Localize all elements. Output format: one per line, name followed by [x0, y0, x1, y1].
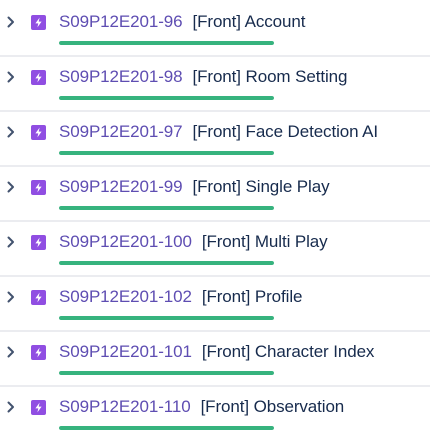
- epic-lightning-icon: [31, 345, 46, 360]
- epic-list: S09P12E201-96 [Front] Account S09P12E201-…: [0, 0, 430, 432]
- epic-lightning-icon: [31, 15, 46, 30]
- epic-progress-bar: [59, 261, 274, 265]
- issue-summary: [Front] Account: [192, 12, 306, 31]
- epic-progress-fill: [59, 371, 274, 375]
- epic-progress-fill: [59, 151, 274, 155]
- epic-title[interactable]: S09P12E201-97 [Front] Face Detection AI: [59, 122, 378, 142]
- issue-summary: [Front] Room Setting: [192, 67, 348, 86]
- epic-lightning-icon: [31, 125, 46, 140]
- epic-lightning-icon: [31, 290, 46, 305]
- epic-row[interactable]: S09P12E201-110 [Front] Observation: [0, 389, 430, 432]
- epic-title[interactable]: S09P12E201-102 [Front] Profile: [59, 287, 302, 307]
- epic-title[interactable]: S09P12E201-110 [Front] Observation: [59, 397, 344, 417]
- epic-lightning-icon: [31, 70, 46, 85]
- epic-progress-fill: [59, 41, 274, 45]
- epic-progress-fill: [59, 96, 274, 100]
- epic-row[interactable]: S09P12E201-100 [Front] Multi Play: [0, 224, 430, 277]
- chevron-right-icon[interactable]: [5, 179, 17, 195]
- issue-summary: [Front] Single Play: [192, 177, 330, 196]
- epic-lightning-icon: [31, 180, 46, 195]
- epic-progress-fill: [59, 316, 274, 320]
- epic-title[interactable]: S09P12E201-100 [Front] Multi Play: [59, 232, 328, 252]
- epic-row[interactable]: S09P12E201-101 [Front] Character Index: [0, 334, 430, 387]
- epic-lightning-icon: [31, 400, 46, 415]
- epic-progress-fill: [59, 206, 274, 210]
- epic-progress-bar: [59, 316, 274, 320]
- issue-key[interactable]: S09P12E201-100: [59, 232, 192, 251]
- epic-row[interactable]: S09P12E201-99 [Front] Single Play: [0, 169, 430, 222]
- issue-summary: [Front] Character Index: [201, 342, 375, 361]
- issue-key[interactable]: S09P12E201-110: [59, 397, 191, 416]
- chevron-right-icon[interactable]: [5, 69, 17, 85]
- epic-row[interactable]: S09P12E201-98 [Front] Room Setting: [0, 59, 430, 112]
- epic-title[interactable]: S09P12E201-101 [Front] Character Index: [59, 342, 374, 362]
- epic-title[interactable]: S09P12E201-98 [Front] Room Setting: [59, 67, 347, 87]
- epic-title[interactable]: S09P12E201-96 [Front] Account: [59, 12, 305, 32]
- chevron-right-icon[interactable]: [5, 399, 17, 415]
- issue-key[interactable]: S09P12E201-96: [59, 12, 183, 31]
- chevron-right-icon[interactable]: [5, 289, 17, 305]
- epic-row[interactable]: S09P12E201-96 [Front] Account: [0, 4, 430, 57]
- epic-title[interactable]: S09P12E201-99 [Front] Single Play: [59, 177, 330, 197]
- chevron-right-icon[interactable]: [5, 234, 17, 250]
- epic-progress-bar: [59, 206, 274, 210]
- issue-summary: [Front] Multi Play: [201, 232, 328, 251]
- issue-summary: [Front] Profile: [201, 287, 303, 306]
- epic-progress-bar: [59, 371, 274, 375]
- issue-summary: [Front] Observation: [200, 397, 345, 416]
- epic-row[interactable]: S09P12E201-102 [Front] Profile: [0, 279, 430, 332]
- epic-progress-bar: [59, 151, 274, 155]
- issue-key[interactable]: S09P12E201-97: [59, 122, 183, 141]
- chevron-right-icon[interactable]: [5, 14, 17, 30]
- issue-key[interactable]: S09P12E201-102: [59, 287, 192, 306]
- epic-progress-bar: [59, 426, 274, 430]
- chevron-right-icon[interactable]: [5, 124, 17, 140]
- issue-key[interactable]: S09P12E201-101: [59, 342, 192, 361]
- epic-row[interactable]: S09P12E201-97 [Front] Face Detection AI: [0, 114, 430, 167]
- epic-lightning-icon: [31, 235, 46, 250]
- epic-progress-fill: [59, 426, 274, 430]
- epic-progress-fill: [59, 261, 274, 265]
- issue-summary: [Front] Face Detection AI: [192, 122, 379, 141]
- chevron-right-icon[interactable]: [5, 344, 17, 360]
- issue-key[interactable]: S09P12E201-98: [59, 67, 183, 86]
- issue-key[interactable]: S09P12E201-99: [59, 177, 183, 196]
- epic-progress-bar: [59, 41, 274, 45]
- epic-progress-bar: [59, 96, 274, 100]
